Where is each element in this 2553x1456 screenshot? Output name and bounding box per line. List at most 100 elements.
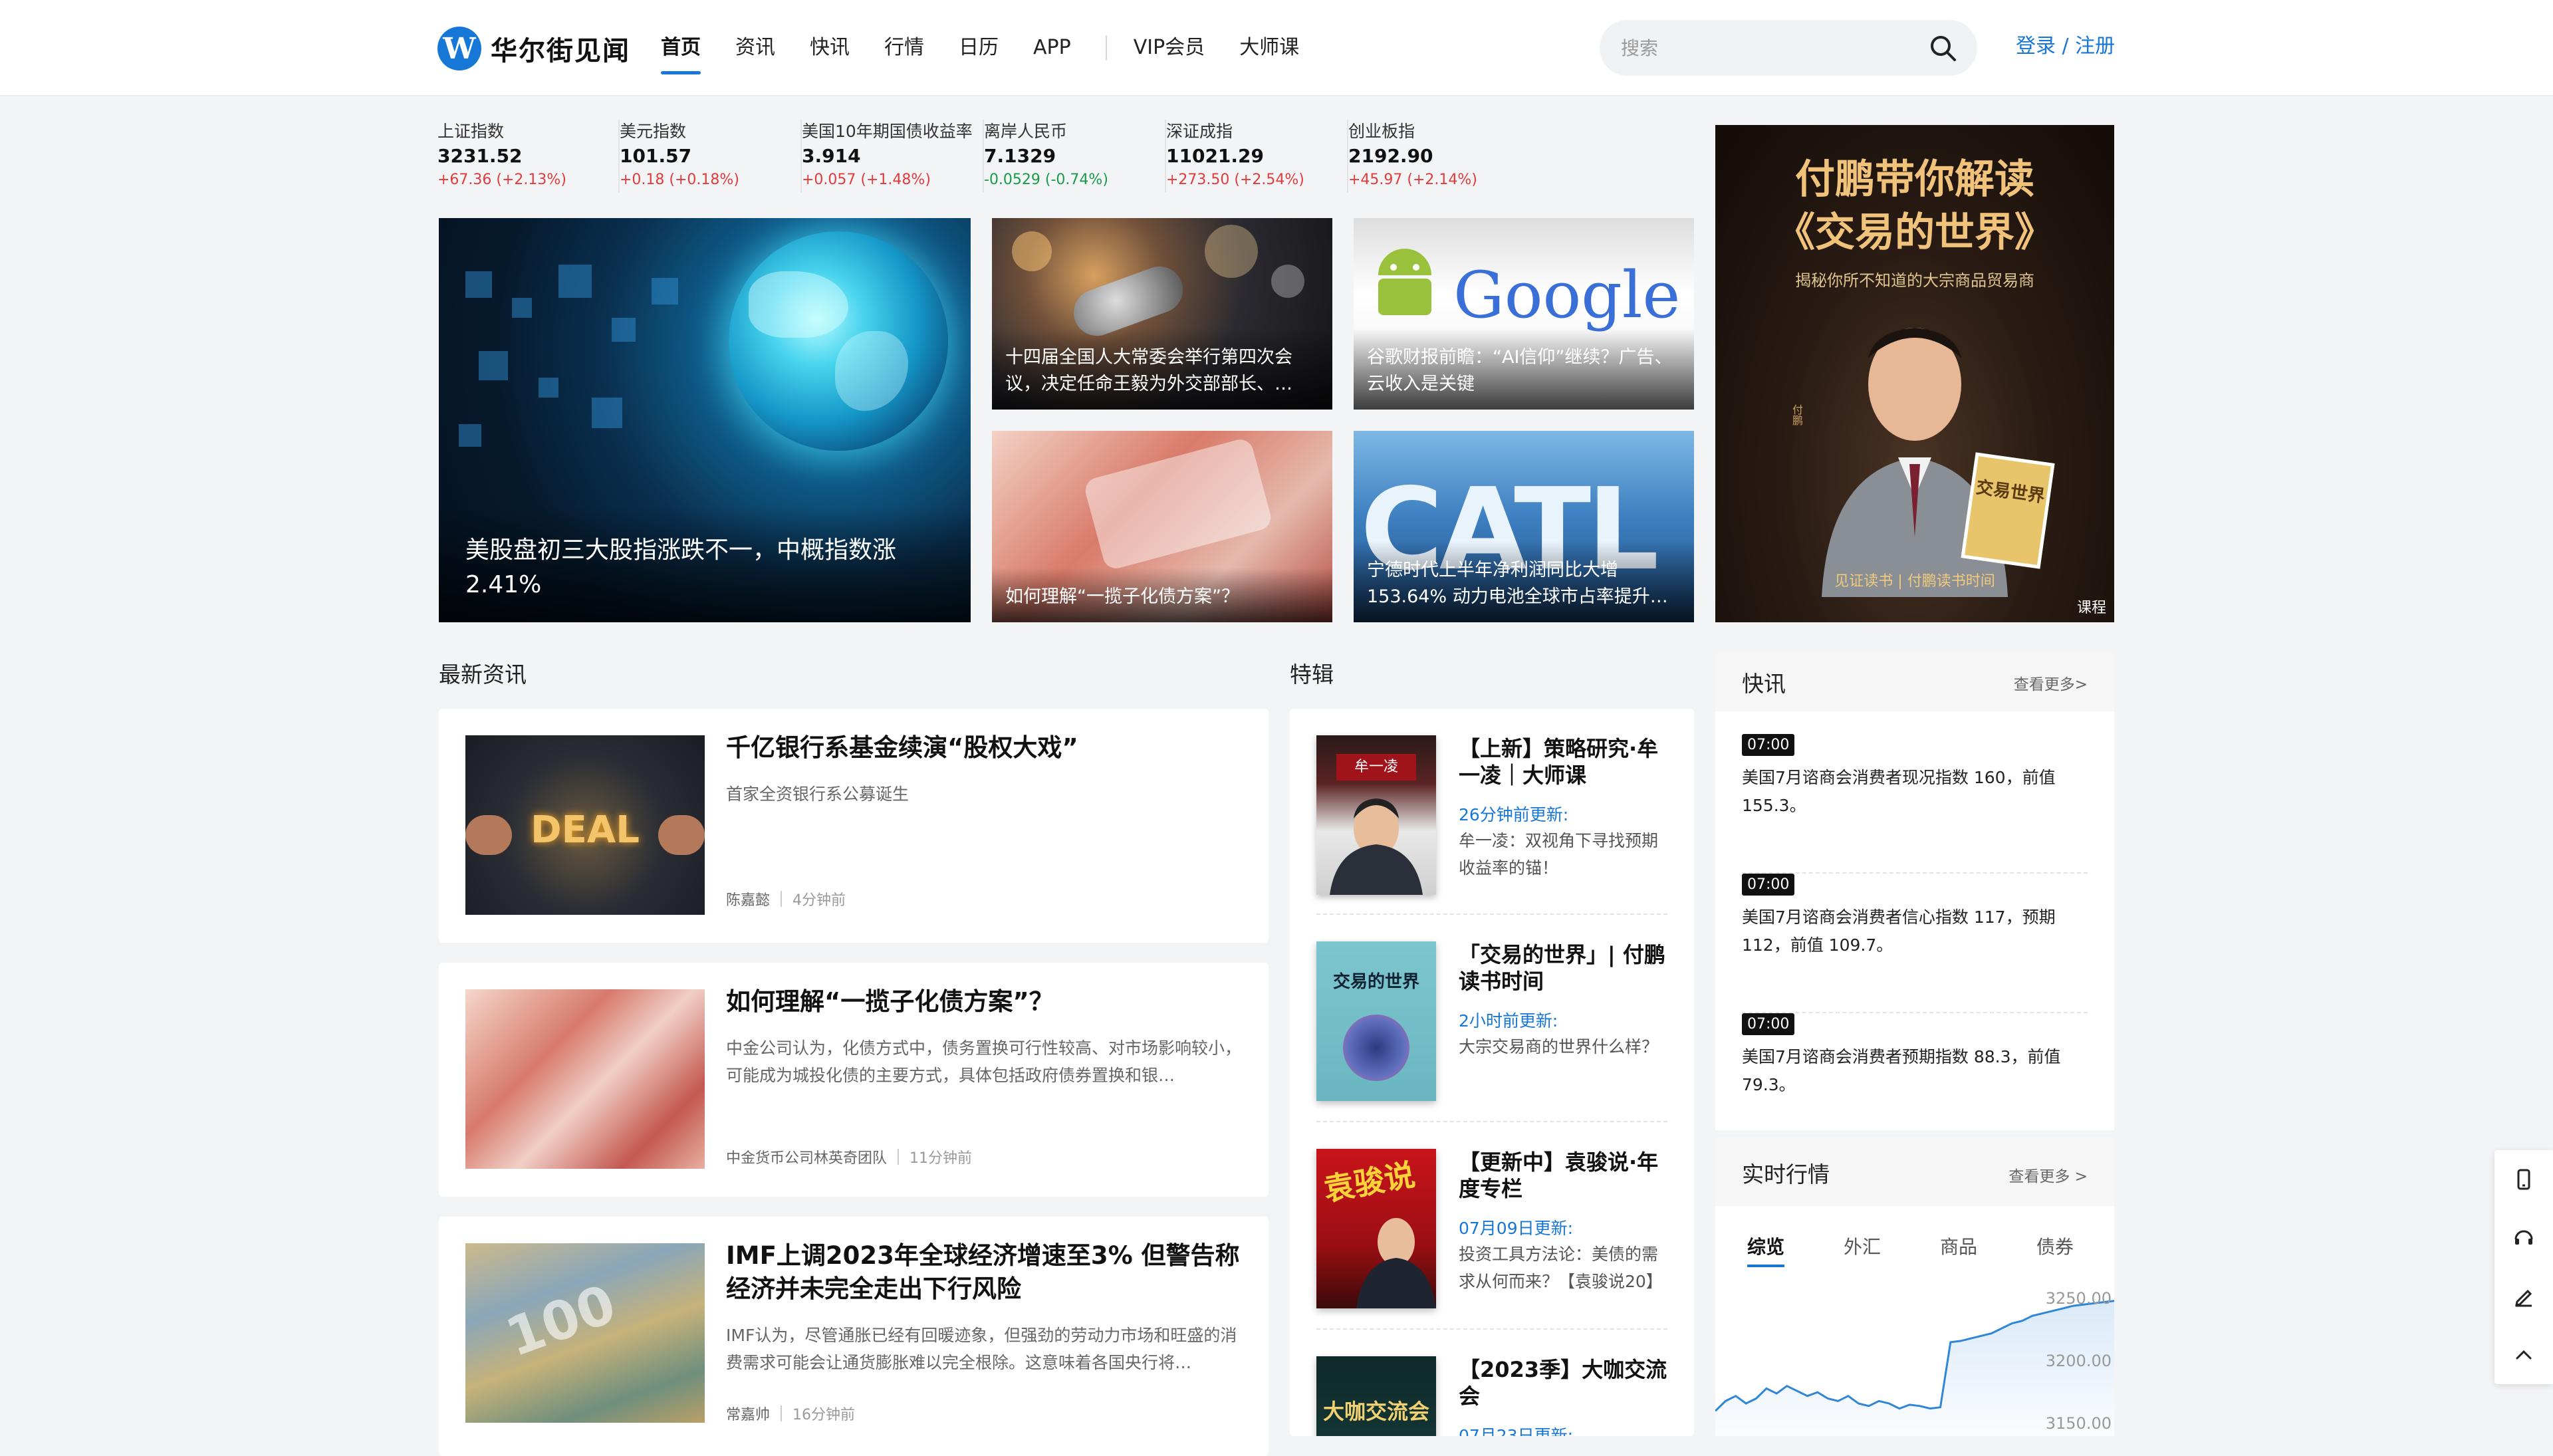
tab-overview[interactable]: 综览 — [1747, 1233, 1844, 1267]
feature-desc: 牟一凌：双视角下寻找预期收益率的锚！ — [1459, 831, 1659, 878]
news-title[interactable]: IMF上调2023年全球经济增速至3% 但警告称经济并未完全走出下行风险 — [726, 1239, 1249, 1306]
ad-title: 付鹏带你解读 《交易的世界》 — [1715, 153, 2114, 259]
hero-main-caption: 美股盘初三大股指涨跌不一，中概指数涨2.41% — [439, 507, 971, 622]
feature-title[interactable]: 【上新】策略研究·牟一凌｜大师课 — [1459, 735, 1667, 789]
ticker-item[interactable]: 美元指数 101.57 +0.18 (+0.18%) — [620, 120, 802, 193]
feature-title[interactable]: 「交易的世界」| 付鹏读书时间 — [1459, 941, 1667, 995]
news-thumbnail: DEAL — [465, 735, 705, 915]
feature-panel: 牟一凌 【上新】策略研究·牟一凌｜大师课 26分钟前更新: 牟一凌：双视角下寻找… — [1290, 709, 1694, 1436]
nav-app[interactable]: APP — [1033, 27, 1071, 69]
tab-forex[interactable]: 外汇 — [1844, 1233, 1940, 1259]
android-icon — [1378, 249, 1431, 315]
ticker-item[interactable]: 深证成指 11021.29 +273.50 (+2.54%) — [1166, 120, 1348, 193]
ticker-change: +0.057 (+1.48%) — [802, 172, 931, 188]
search-input[interactable] — [1621, 20, 1913, 76]
feature-cover: 交易的世界 — [1316, 941, 1436, 1101]
feature-title[interactable]: 【2023季】大咖交流会 — [1459, 1356, 1667, 1409]
tab-commodities[interactable]: 商品 — [1940, 1233, 2036, 1259]
back-to-top-button[interactable] — [2494, 1326, 2553, 1384]
logo-mark-icon: W — [437, 27, 481, 70]
feature-update-time: 26分钟前更新: — [1459, 805, 1569, 824]
news-meta: 中金货币公司林英奇团队 11分钟前 — [726, 1146, 972, 1167]
nav-home[interactable]: 首页 — [661, 27, 701, 74]
ticker-item[interactable]: 创业板指 2192.90 +45.97 (+2.14%) — [1348, 120, 1530, 193]
hero-story-google[interactable]: Google 谷歌财报前瞻：“AI信仰”继续？广告、云收入是关键 — [1354, 218, 1694, 410]
feature-item[interactable]: 牟一凌 【上新】策略研究·牟一凌｜大师课 26分钟前更新: 牟一凌：双视角下寻找… — [1316, 709, 1667, 915]
main-nav: 首页 资讯 快讯 行情 日历 APP VIP会员 大师课 — [661, 27, 1334, 74]
top-header: W 华尔街见闻 首页 资讯 快讯 行情 日历 APP VIP会员 大师课 登录 … — [0, 0, 2553, 96]
meta-divider — [898, 1149, 900, 1165]
feature-item[interactable]: 大咖交流会 【2023季】大咖交流会 07月23日更新: — [1316, 1330, 1667, 1436]
news-author[interactable]: 中金货币公司林英奇团队 — [726, 1146, 887, 1167]
news-title[interactable]: 千亿银行系基金续演“股权大戏” — [726, 731, 1249, 765]
flash-item[interactable]: 07:00 美国7月谘商会消费者预期指数 88.3，前值 79.3。 — [1742, 1013, 2088, 1130]
news-author[interactable]: 常嘉帅 — [726, 1403, 770, 1424]
floating-toolbar — [2494, 1150, 2553, 1384]
market-header: 实时行情 查看更多 > — [1715, 1137, 2114, 1206]
pen-icon — [2515, 1289, 2532, 1307]
ticker-item[interactable]: 离岸人民币 7.1329 -0.0529 (-0.74%) — [984, 120, 1166, 193]
course-ad-banner[interactable]: 付鹏带你解读 《交易的世界》 揭秘你所不知道的大宗商品贸易商 交易世界 付鹏 见证… — [1715, 125, 2114, 622]
news-author[interactable]: 陈嘉懿 — [726, 888, 770, 910]
news-meta: 陈嘉懿 4分钟前 — [726, 888, 846, 910]
mobile-app-button[interactable] — [2494, 1150, 2553, 1209]
flash-time-badge: 07:00 — [1742, 874, 1795, 896]
realtime-market-panel: 实时行情 查看更多 > 综览 外汇 商品 债券 3250.00 3200.00 31… — [1715, 1137, 2114, 1436]
cover-label: 交易的世界 — [1332, 972, 1419, 992]
phone-icon — [2517, 1169, 2530, 1190]
flash-text: 美国7月谘商会消费者信心指数 117，预期 112，前值 109.7。 — [1742, 908, 2056, 955]
market-line-chart[interactable]: 3250.00 3200.00 3150.00 — [1715, 1279, 2114, 1436]
ticker-change: +273.50 (+2.54%) — [1166, 172, 1304, 188]
flash-more-link[interactable]: 查看更多> — [2014, 671, 2088, 694]
customer-service-button[interactable] — [2494, 1209, 2553, 1267]
news-card[interactable]: DEAL 千亿银行系基金续演“股权大戏” 首家全资银行系公募诞生 陈嘉懿 4分钟… — [439, 709, 1269, 943]
ad-footer: 见证读书 | 付鹏读书时间 — [1834, 573, 1995, 590]
search-icon[interactable] — [1928, 33, 1957, 62]
ticker-item[interactable]: 上证指数 3231.52 +67.36 (+2.13%) — [437, 120, 620, 193]
ad-title-line: 付鹏带你解读 — [1795, 156, 2034, 203]
ticker-change: +67.36 (+2.13%) — [437, 172, 566, 188]
news-title[interactable]: 如何理解“一揽子化债方案”？ — [726, 985, 1249, 1019]
ticker-item[interactable]: 美国10年期国债收益率 3.914 +0.057 (+1.48%) — [802, 120, 984, 193]
feature-cover: 牟一凌 — [1316, 735, 1436, 895]
hero-story-catl[interactable]: CATL 宁德时代上半年净利润同比大增153.64% 动力电池全球市占率提升… — [1354, 431, 1694, 622]
ad-subtitle: 揭秘你所不知道的大宗商品贸易商 — [1795, 271, 2034, 290]
news-card[interactable]: 如何理解“一揽子化债方案”？ 中金公司认为，化债方式中，债务置换可行性较高、对市… — [439, 963, 1269, 1197]
nav-vip[interactable]: VIP会员 — [1134, 27, 1205, 69]
headset-icon — [2514, 1230, 2533, 1245]
ticker-value: 11021.29 — [1166, 145, 1265, 167]
nav-calendar[interactable]: 日历 — [959, 27, 999, 69]
ticker-value: 7.1329 — [984, 145, 1056, 167]
nav-master-class[interactable]: 大师课 — [1239, 27, 1299, 69]
feature-item[interactable]: 交易的世界 「交易的世界」| 付鹏读书时间 2小时前更新: 大宗交易商的世界什么… — [1316, 915, 1667, 1122]
flash-title: 快讯 — [1742, 671, 1786, 697]
flash-time-badge: 07:00 — [1742, 734, 1795, 756]
flash-news-panel: 快讯 查看更多> 07:00 美国7月谘商会消费者现况指数 160，前值 155… — [1715, 652, 2114, 1144]
feedback-button[interactable] — [2494, 1267, 2553, 1326]
nav-divider — [1105, 35, 1107, 61]
hero-main-story[interactable]: 美股盘初三大股指涨跌不一，中概指数涨2.41% — [439, 218, 971, 622]
nav-news[interactable]: 资讯 — [735, 27, 775, 69]
chart-y-tick-label: 3250.00 — [2046, 1289, 2112, 1308]
flash-header: 快讯 查看更多> — [1715, 652, 2114, 711]
flash-item[interactable]: 07:00 美国7月谘商会消费者信心指数 117，预期 112，前值 109.7… — [1742, 874, 2088, 1013]
flash-item[interactable]: 07:00 美国7月谘商会消费者现况指数 160，前值 155.3。 — [1742, 734, 2088, 874]
news-card[interactable]: 100 IMF上调2023年全球经济增速至3% 但警告称经济并未完全走出下行风险… — [439, 1217, 1269, 1456]
flash-text: 美国7月谘商会消费者现况指数 160，前值 155.3。 — [1742, 768, 2056, 815]
feature-update-time: 07月23日更新: — [1459, 1426, 1574, 1436]
logo-text: 华尔街见闻 — [491, 35, 630, 66]
login-register-link[interactable]: 登录 / 注册 — [2016, 32, 2115, 61]
cover-label: 袁骏说 — [1320, 1156, 1418, 1208]
nav-market[interactable]: 行情 — [884, 27, 924, 69]
feature-title[interactable]: 【更新中】袁骏说·年度专栏 — [1459, 1149, 1667, 1202]
market-more-link[interactable]: 查看更多 > — [2008, 1163, 2088, 1186]
hero-story-debt[interactable]: 如何理解“一揽子化债方案”？ — [992, 431, 1332, 622]
nav-flash[interactable]: 快讯 — [810, 27, 850, 69]
hero-story-npc[interactable]: 十四届全国人大常委会举行第四次会议，决定任命王毅为外交部部长、… — [992, 218, 1332, 410]
section-feature-title: 特辑 — [1290, 662, 1334, 687]
site-logo[interactable]: W 华尔街见闻 — [437, 25, 630, 72]
tab-bonds[interactable]: 债券 — [2036, 1233, 2133, 1259]
feature-item[interactable]: 袁骏说 【更新中】袁骏说·年度专栏 07月09日更新: 投资工具方法论：美债的需… — [1316, 1122, 1667, 1330]
ad-title-line: 《交易的世界》 — [1775, 209, 2054, 256]
news-summary: 首家全资银行系公募诞生 — [726, 785, 910, 804]
